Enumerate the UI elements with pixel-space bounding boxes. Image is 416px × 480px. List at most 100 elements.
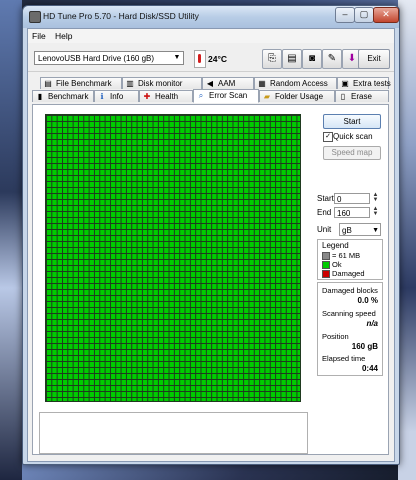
start-button[interactable]: Start — [323, 114, 381, 129]
tab-label: Benchmark — [48, 92, 89, 101]
tab-folder-usage[interactable]: ▰ Folder Usage — [259, 90, 335, 102]
legend-block-size: = 61 MB — [322, 251, 361, 261]
tab-health[interactable]: ✚ Health — [139, 90, 193, 102]
menu-help[interactable]: Help — [55, 31, 72, 41]
temperature-readout: 24°C — [208, 54, 227, 64]
thermometer-icon — [194, 50, 206, 68]
legend-block-size-text: = 61 MB — [332, 251, 361, 260]
desktop-wallpaper-left — [0, 0, 22, 480]
damaged-swatch-icon — [322, 270, 330, 279]
desktop-wallpaper-right — [398, 0, 416, 480]
tab-random-access[interactable]: ▦ Random Access — [254, 77, 337, 89]
tab-label: Info — [110, 92, 124, 101]
damaged-blocks-value: 0.0 % — [357, 296, 378, 305]
tab-aam[interactable]: ◀ AAM — [202, 77, 254, 89]
tab-label: Folder Usage — [275, 92, 324, 101]
chevron-down-icon: ▼ — [372, 227, 379, 234]
folder-icon: ▰ — [263, 92, 271, 101]
unit-select[interactable]: gB ▼ — [339, 223, 381, 236]
tab-error-scan[interactable]: ⌕ Error Scan — [193, 89, 259, 103]
tab-label: Disk monitor — [138, 79, 183, 88]
camera-icon: ◙ — [308, 53, 316, 64]
options-icon: ✎ — [327, 53, 337, 64]
magnifier-icon: ⌕ — [198, 91, 204, 100]
ok-swatch-icon — [322, 261, 330, 270]
close-icon: ✕ — [382, 9, 390, 19]
tab-disk-monitor[interactable]: ▥ Disk monitor — [122, 77, 202, 89]
end-spinner[interactable]: ▲ ▼ — [371, 206, 380, 218]
unit-label: Unit — [317, 225, 332, 234]
unit-select-value: gB — [342, 226, 352, 235]
title-bar[interactable]: HD Tune Pro 5.70 - Hard Disk/SSD Utility… — [23, 6, 399, 28]
copy-icon: ⎘ — [268, 53, 276, 64]
tab-label: Health — [155, 92, 179, 101]
drive-select-value: LenovoUSB Hard Drive (160 gB) — [38, 54, 155, 63]
legend-title: Legend — [322, 241, 349, 250]
position-label: Position — [322, 332, 349, 341]
tab-benchmark[interactable]: ▮ Benchmark — [32, 90, 94, 102]
start-spinner[interactable]: ▲ ▼ — [371, 192, 380, 204]
elapsed-time-value: 0:44 — [361, 364, 378, 373]
maximize-button[interactable]: ▢ — [354, 7, 374, 23]
tab-info[interactable]: ℹ Info — [94, 90, 139, 102]
health-cross-icon: ✚ — [143, 92, 151, 101]
damaged-blocks-label: Damaged blocks — [322, 286, 378, 295]
drive-select[interactable]: LenovoUSB Hard Drive (160 gB) ▼ — [34, 51, 184, 65]
download-icon: ⬇ — [347, 53, 357, 64]
extra-tests-icon: ▣ — [341, 79, 349, 88]
minimize-icon: – — [342, 9, 348, 19]
app-window: HD Tune Pro 5.70 - Hard Disk/SSD Utility… — [22, 5, 400, 465]
app-icon — [29, 11, 41, 23]
screenshot-button[interactable]: ◙ — [302, 49, 322, 69]
trash-icon: ▯ — [340, 92, 346, 101]
speed-map-button[interactable]: Speed map — [323, 146, 381, 160]
menu-file[interactable]: File — [32, 31, 46, 41]
tab-label: AAM — [218, 79, 236, 88]
close-button[interactable]: ✕ — [373, 7, 399, 23]
spin-down-icon: ▼ — [372, 197, 379, 203]
legend-damaged-text: Damaged — [332, 269, 365, 278]
block-map — [45, 114, 301, 402]
scan-controls: Start ✓ Quick scan Speed map Start 0 ▲ ▼ … — [315, 105, 385, 450]
legend-ok-text: Ok — [332, 260, 342, 269]
tab-file-benchmark[interactable]: ▤ File Benchmark — [40, 77, 122, 89]
menu-bar: File Help — [28, 29, 394, 44]
quick-scan-checkbox[interactable]: ✓ — [323, 132, 333, 142]
tab-label: Erase — [351, 92, 372, 101]
end-input[interactable]: 160 — [334, 207, 370, 218]
tab-label: Extra tests — [353, 79, 391, 88]
tab-erase[interactable]: ▯ Erase — [335, 90, 389, 102]
maximize-icon: ▢ — [359, 9, 369, 19]
scanning-speed-value: n/a — [366, 319, 378, 328]
tab-label: Error Scan — [209, 91, 248, 100]
file-benchmark-icon: ▤ — [44, 79, 52, 88]
scanning-speed-label: Scanning speed — [322, 309, 376, 318]
legend-ok: Ok — [322, 260, 342, 270]
benchmark-icon: ▮ — [37, 92, 43, 101]
error-scan-panel: Start ✓ Quick scan Speed map Start 0 ▲ ▼ … — [32, 104, 389, 455]
window-title: HD Tune Pro 5.70 - Hard Disk/SSD Utility — [43, 11, 199, 21]
exit-button[interactable]: Exit — [358, 49, 390, 69]
position-value: 160 gB — [351, 342, 378, 351]
scan-log — [39, 412, 308, 454]
minimize-button[interactable]: – — [335, 7, 355, 23]
quick-scan-label: Quick scan — [333, 132, 373, 141]
scan-stats: Damaged blocks 0.0 % Scanning speed n/a … — [317, 282, 383, 376]
start-input[interactable]: 0 — [334, 193, 370, 204]
block-swatch-icon — [322, 252, 330, 261]
legend-damaged: Damaged — [322, 269, 365, 279]
tab-label: Random Access — [270, 79, 328, 88]
toolbar: LenovoUSB Hard Drive (160 gB) ▼ 24°C ⎘ ▤… — [28, 43, 394, 72]
spin-down-icon: ▼ — [372, 211, 379, 217]
clipboard-icon: ▤ — [287, 53, 297, 64]
elapsed-time-label: Elapsed time — [322, 354, 366, 363]
tab-label: File Benchmark — [56, 79, 112, 88]
end-field-label: End — [317, 208, 332, 217]
copy-all-button[interactable]: ▤ — [282, 49, 302, 69]
tabs-row-bottom: ▮ Benchmark ℹ Info ✚ Health ⌕ Error Scan ▰ Fo… — [32, 89, 390, 103]
tab-extra-tests[interactable]: ▣ Extra tests — [337, 77, 391, 89]
start-field-label: Start — [317, 194, 334, 203]
options-button[interactable]: ✎ — [322, 49, 342, 69]
client-area: File Help LenovoUSB Hard Drive (160 gB) … — [27, 28, 395, 462]
copy-info-button[interactable]: ⎘ — [262, 49, 282, 69]
